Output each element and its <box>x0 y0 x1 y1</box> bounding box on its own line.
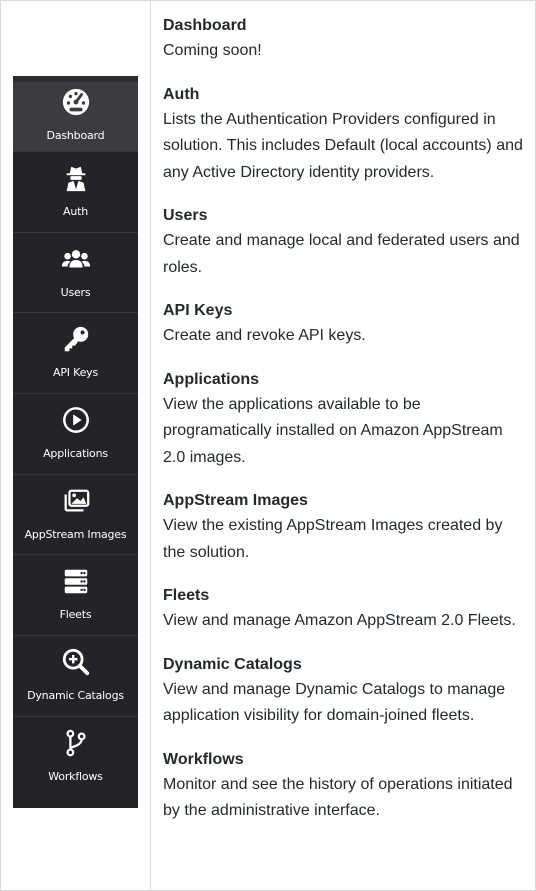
search-plus-icon <box>60 646 92 678</box>
images-icon <box>60 485 92 517</box>
section-title: API Keys <box>163 302 233 319</box>
sidebar-item-users[interactable]: Users <box>13 233 138 314</box>
section-title: Workflows <box>163 750 244 768</box>
sidebar-item-label: Fleets <box>59 608 92 622</box>
sidebar-item-label: Dynamic Catalogs <box>27 689 124 703</box>
section-description: View and manage Amazon AppStream 2.0 Fle… <box>163 612 516 629</box>
sidebar-item-label: Applications <box>43 447 108 461</box>
section-applications: Applications View the applications avail… <box>163 368 525 472</box>
sidebar-item-workflows[interactable]: Workflows <box>13 717 138 798</box>
section-title: Dashboard <box>163 17 247 34</box>
section-title: Dynamic Catalogs <box>163 655 302 673</box>
sidebar-item-label: Workflows <box>48 769 103 783</box>
sidebar-item-dynamic-catalogs[interactable]: Dynamic Catalogs <box>13 636 138 717</box>
sidebar-item-appstream-images[interactable]: AppStream Images <box>13 475 138 556</box>
play-circle-icon <box>60 404 92 436</box>
section-title: Applications <box>163 370 260 388</box>
section-description: Monitor and see the history of operation… <box>163 775 513 820</box>
section-description: View the applications available to be pr… <box>163 395 503 466</box>
section-description: Create and revoke API keys. <box>163 327 366 344</box>
section-appstream-images: AppStream Images View the existing AppSt… <box>163 489 525 566</box>
server-icon <box>60 565 92 597</box>
section-description: View the existing AppStream Images creat… <box>163 517 503 561</box>
section-title: AppStream Images <box>163 492 308 509</box>
section-workflows: Workflows Monitor and see the history of… <box>163 748 525 825</box>
sidebar-item-auth[interactable]: Auth <box>13 152 138 233</box>
key-icon <box>60 323 92 355</box>
sidebar-item-applications[interactable]: Applications <box>13 394 138 475</box>
section-api-keys: API Keys Create and revoke API keys. <box>163 299 525 350</box>
section-title: Auth <box>163 85 200 103</box>
section-auth: Auth Lists the Authentication Providers … <box>163 83 525 187</box>
section-users: Users Create and manage local and federa… <box>163 204 525 281</box>
section-title: Fleets <box>163 587 210 604</box>
sidebar-item-label: AppStream Images <box>24 527 127 541</box>
sidebar-item-label: Auth <box>63 205 88 218</box>
section-description: Create and manage local and federated us… <box>163 232 520 276</box>
sidebar-item-label: API Keys <box>53 366 98 380</box>
users-icon <box>60 243 92 275</box>
user-secret-icon <box>60 162 92 194</box>
section-dynamic-catalogs: Dynamic Catalogs View and manage Dynamic… <box>163 653 525 730</box>
sidebar-item-fleets[interactable]: Fleets <box>13 555 138 637</box>
sidebar-item-dashboard[interactable]: Dashboard <box>13 82 138 152</box>
section-dashboard: Dashboard Coming soon! <box>163 14 525 65</box>
sidebar: Dashboard Auth Users API Keys Applicatio… <box>13 76 138 808</box>
sidebar-item-label: Users <box>60 285 91 299</box>
speedometer-icon <box>60 86 92 118</box>
descriptions-panel: Dashboard Coming soon! Auth Lists the Au… <box>163 14 525 843</box>
sidebar-item-api-keys[interactable]: API Keys <box>13 313 138 395</box>
section-description: Coming soon! <box>163 42 262 59</box>
column-divider <box>150 0 151 891</box>
section-title: Users <box>163 207 208 224</box>
section-description: Lists the Authentication Providers confi… <box>163 110 523 181</box>
code-branch-icon <box>60 727 92 759</box>
section-description: View and manage Dynamic Catalogs to mana… <box>163 680 506 725</box>
sidebar-item-label: Dashboard <box>46 129 105 142</box>
section-fleets: Fleets View and manage Amazon AppStream … <box>163 584 525 635</box>
